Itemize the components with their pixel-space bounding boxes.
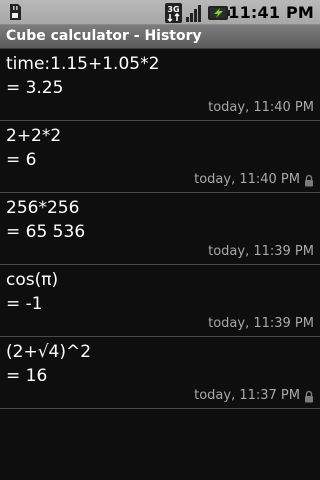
history-item[interactable]: 256*256 = 65 536 today, 11:39 PM: [0, 193, 320, 265]
history-item[interactable]: cos(π) = -1 today, 11:39 PM: [0, 265, 320, 337]
history-expression: (2+√4)^2: [6, 342, 92, 362]
history-item[interactable]: time:1.15+1.05*2 = 3.25 today, 11:40 PM: [0, 49, 320, 121]
history-timestamp: today, 11:39 PM: [208, 244, 314, 259]
history-meta: today, 11:37 PM: [194, 388, 314, 404]
svg-text:3G: 3G: [167, 5, 179, 14]
history-timestamp: today, 11:39 PM: [208, 316, 314, 331]
history-expression: 2+2*2: [6, 126, 62, 146]
history-result: = 6: [6, 150, 37, 170]
title-bar: Cube calculator - History: [0, 25, 320, 49]
history-list: time:1.15+1.05*2 = 3.25 today, 11:40 PM …: [0, 49, 320, 409]
history-expression: cos(π): [6, 270, 59, 290]
history-meta: today, 11:40 PM: [194, 172, 314, 188]
3g-data-icon: 3G: [165, 2, 182, 23]
history-result: = 3.25: [6, 78, 64, 98]
page-title: Cube calculator - History: [6, 28, 202, 44]
history-timestamp: today, 11:37 PM: [194, 388, 300, 403]
history-expression: time:1.15+1.05*2: [6, 54, 160, 74]
history-item[interactable]: (2+√4)^2 = 16 today, 11:37 PM: [0, 337, 320, 409]
battery-charging-icon: [208, 5, 230, 20]
sd-card-icon[interactable]: [8, 3, 22, 21]
history-result: = 16: [6, 366, 48, 386]
history-meta: today, 11:39 PM: [208, 244, 314, 260]
status-bar: 3G 11:41 PM: [0, 0, 320, 25]
lock-icon: [305, 174, 313, 186]
history-timestamp: today, 11:40 PM: [208, 100, 314, 115]
history-meta: today, 11:39 PM: [208, 316, 314, 332]
history-expression: 256*256: [6, 198, 80, 218]
history-result: = -1: [6, 294, 43, 314]
history-result: = 65 536: [6, 222, 86, 242]
clock: 11:41 PM: [228, 3, 314, 22]
history-timestamp: today, 11:40 PM: [194, 172, 300, 187]
signal-strength-icon: [186, 4, 201, 22]
status-icons: 3G: [165, 2, 230, 23]
history-meta: today, 11:40 PM: [208, 100, 314, 116]
history-item[interactable]: 2+2*2 = 6 today, 11:40 PM: [0, 121, 320, 193]
lock-icon: [305, 390, 313, 402]
